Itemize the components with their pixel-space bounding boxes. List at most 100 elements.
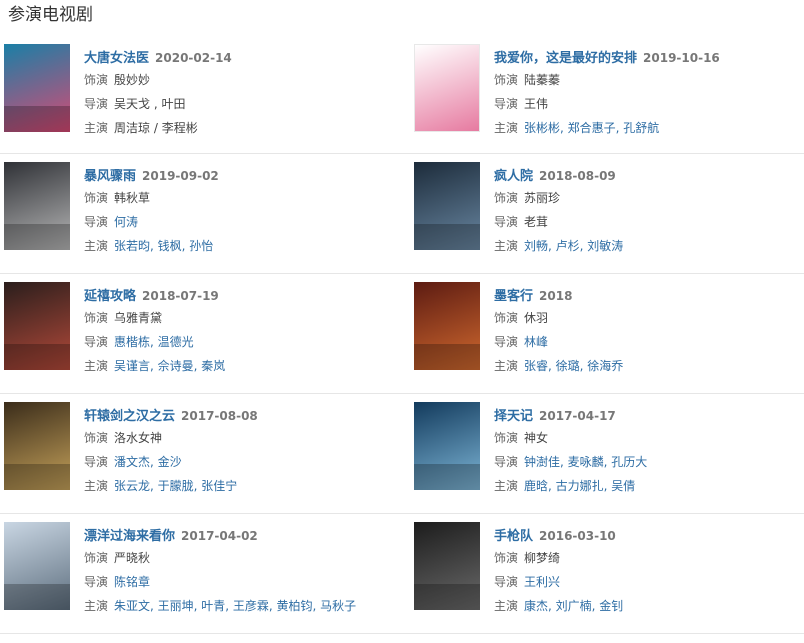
cast-label: 主演 — [494, 239, 519, 253]
role-label: 饰演 — [84, 431, 109, 445]
tv-series-card: 大唐女法医 2020-02-14 饰演 殷妙妙 导演 吴天戈 , 叶田 主演 周洁琼 /… — [4, 44, 394, 144]
role-name: 严晓秋 — [114, 551, 151, 565]
director-label: 导演 — [84, 97, 109, 111]
release-date: 2018-08-09 — [539, 169, 616, 183]
director-names[interactable]: 惠楷栋, 温德光 — [114, 335, 194, 349]
series-title-link[interactable]: 大唐女法医 — [84, 51, 149, 66]
cast-names: 周洁琼 / 李程彬 — [114, 121, 198, 135]
release-date: 2017-04-02 — [181, 529, 258, 543]
series-title-link[interactable]: 手枪队 — [494, 529, 533, 544]
role-label: 饰演 — [494, 191, 519, 205]
grid-row: 暴风骤雨 2019-09-02 饰演 韩秋草 导演 何涛 主演 张若昀, 钱枫, 孙怡 … — [0, 154, 804, 274]
grid-row: 轩辕剑之汉之云 2017-08-08 饰演 洛水女神 导演 潘文杰, 金沙 主演 张云龙… — [0, 394, 804, 514]
cast-names[interactable]: 张睿, 徐璐, 徐海乔 — [524, 359, 623, 373]
director-names[interactable]: 王利兴 — [524, 575, 560, 589]
release-date: 2019-10-16 — [643, 51, 720, 65]
series-title-link[interactable]: 漂洋过海来看你 — [84, 529, 175, 544]
role-name: 韩秋草 — [114, 191, 151, 205]
role-name: 洛水女神 — [114, 431, 163, 445]
role-name: 苏丽珍 — [524, 191, 561, 205]
series-title-link[interactable]: 疯人院 — [494, 169, 533, 184]
role-name: 殷妙妙 — [114, 73, 151, 87]
cast-names[interactable]: 张云龙, 于朦胧, 张佳宁 — [114, 479, 237, 493]
cast-names[interactable]: 吴谨言, 佘诗曼, 秦岚 — [114, 359, 225, 373]
role-name: 神女 — [524, 431, 549, 445]
role-name: 陆蓁蓁 — [524, 73, 561, 87]
director-label: 导演 — [494, 455, 519, 469]
role-label: 饰演 — [84, 551, 109, 565]
role-label: 饰演 — [494, 311, 519, 325]
poster-image[interactable] — [414, 522, 480, 610]
cast-label: 主演 — [84, 239, 109, 253]
series-title-link[interactable]: 择天记 — [494, 409, 533, 424]
cast-label: 主演 — [84, 479, 109, 493]
release-date: 2016-03-10 — [539, 529, 616, 543]
release-date: 2018 — [539, 289, 573, 303]
poster-image[interactable] — [4, 44, 70, 132]
director-names[interactable]: 何涛 — [114, 215, 138, 229]
tv-series-card: 疯人院 2018-08-09 饰演 苏丽珍 导演 老茸 主演 刘畅, 卢杉, 刘敏涛 — [414, 162, 804, 262]
role-label: 饰演 — [84, 311, 109, 325]
poster-image[interactable] — [4, 402, 70, 490]
poster-image[interactable] — [414, 44, 480, 132]
director-names: 吴天戈 , 叶田 — [114, 97, 186, 111]
tv-series-card: 墨客行 2018 饰演 休羽 导演 林峰 主演 张睿, 徐璐, 徐海乔 — [414, 282, 804, 382]
release-date: 2019-09-02 — [142, 169, 219, 183]
cast-label: 主演 — [494, 479, 519, 493]
tv-series-card: 暴风骤雨 2019-09-02 饰演 韩秋草 导演 何涛 主演 张若昀, 钱枫, 孙怡 — [4, 162, 394, 262]
series-title-link[interactable]: 延禧攻略 — [84, 289, 136, 304]
poster-image[interactable] — [4, 522, 70, 610]
release-date: 2020-02-14 — [155, 51, 232, 65]
cast-names[interactable]: 康杰, 刘广楠, 金钊 — [524, 599, 623, 613]
director-label: 导演 — [84, 575, 109, 589]
cast-names[interactable]: 张彬彬, 郑合惠子, 孔舒航 — [524, 121, 659, 135]
poster-image[interactable] — [414, 402, 480, 490]
series-title-link[interactable]: 我爱你，这是最好的安排 — [494, 51, 637, 66]
section-title: 参演电视剧 — [8, 5, 93, 25]
director-names[interactable]: 陈铭章 — [114, 575, 150, 589]
director-names: 王伟 — [524, 97, 549, 111]
role-label: 饰演 — [84, 73, 109, 87]
cast-names[interactable]: 张若昀, 钱枫, 孙怡 — [114, 239, 213, 253]
cast-label: 主演 — [84, 121, 109, 135]
series-title-link[interactable]: 暴风骤雨 — [84, 169, 136, 184]
director-names[interactable]: 林峰 — [524, 335, 548, 349]
series-title-link[interactable]: 墨客行 — [494, 289, 533, 304]
director-label: 导演 — [494, 335, 519, 349]
tv-series-card: 择天记 2017-04-17 饰演 神女 导演 钟澍佳, 麦咏麟, 孔历大 主演 鹿晗,… — [414, 402, 804, 502]
tv-series-card: 我爱你，这是最好的安排 2019-10-16 饰演 陆蓁蓁 导演 王伟 主演 张彬彬, … — [414, 44, 804, 144]
role-name: 休羽 — [524, 311, 549, 325]
series-title-link[interactable]: 轩辕剑之汉之云 — [84, 409, 175, 424]
cast-names[interactable]: 朱亚文, 王丽坤, 叶青, 王彦霖, 黄柏钧, 马秋子 — [114, 599, 356, 613]
director-names[interactable]: 钟澍佳, 麦咏麟, 孔历大 — [524, 455, 647, 469]
release-date: 2017-04-17 — [539, 409, 616, 423]
role-label: 饰演 — [494, 431, 519, 445]
role-label: 饰演 — [494, 73, 519, 87]
director-label: 导演 — [84, 455, 109, 469]
director-label: 导演 — [84, 335, 109, 349]
cast-names[interactable]: 刘畅, 卢杉, 刘敏涛 — [524, 239, 623, 253]
tv-series-card: 轩辕剑之汉之云 2017-08-08 饰演 洛水女神 导演 潘文杰, 金沙 主演 张云龙… — [4, 402, 394, 502]
tv-series-card: 手枪队 2016-03-10 饰演 柳梦绮 导演 王利兴 主演 康杰, 刘广楠, 金钊 — [414, 522, 804, 622]
release-date: 2018-07-19 — [142, 289, 219, 303]
release-date: 2017-08-08 — [181, 409, 258, 423]
cast-label: 主演 — [494, 359, 519, 373]
cast-label: 主演 — [494, 599, 519, 613]
poster-image[interactable] — [4, 162, 70, 250]
tv-series-card: 延禧攻略 2018-07-19 饰演 乌雅青黛 导演 惠楷栋, 温德光 主演 吴谨言, … — [4, 282, 394, 382]
cast-label: 主演 — [84, 359, 109, 373]
role-name: 柳梦绮 — [524, 551, 561, 565]
poster-image[interactable] — [414, 162, 480, 250]
director-label: 导演 — [494, 215, 519, 229]
role-name: 乌雅青黛 — [114, 311, 163, 325]
tv-series-grid: 大唐女法医 2020-02-14 饰演 殷妙妙 导演 吴天戈 , 叶田 主演 周洁琼 /… — [0, 36, 804, 634]
director-label: 导演 — [84, 215, 109, 229]
cast-names[interactable]: 鹿晗, 古力娜扎, 吴倩 — [524, 479, 635, 493]
poster-image[interactable] — [4, 282, 70, 370]
director-names: 老茸 — [524, 215, 549, 229]
tv-series-card: 漂洋过海来看你 2017-04-02 饰演 严晓秋 导演 陈铭章 主演 朱亚文, 王丽坤… — [4, 522, 394, 622]
director-label: 导演 — [494, 97, 519, 111]
grid-row: 漂洋过海来看你 2017-04-02 饰演 严晓秋 导演 陈铭章 主演 朱亚文, 王丽坤… — [0, 514, 804, 634]
poster-image[interactable] — [414, 282, 480, 370]
director-names[interactable]: 潘文杰, 金沙 — [114, 455, 182, 469]
